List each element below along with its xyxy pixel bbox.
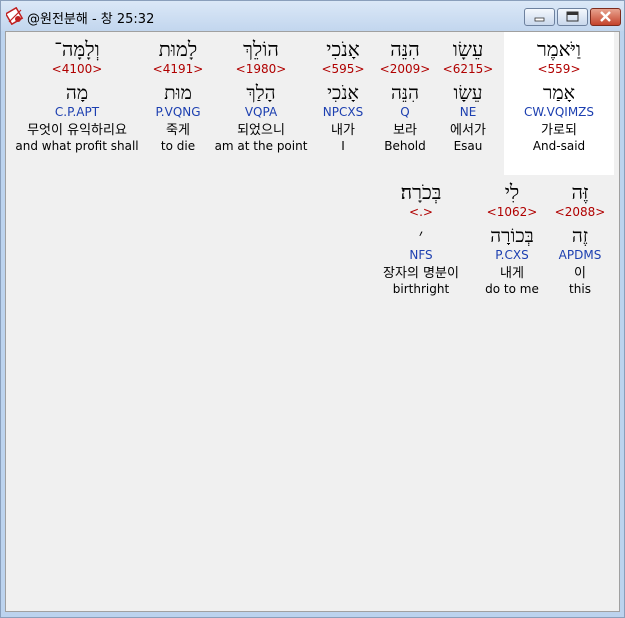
parse-code: C.P.APT [54,105,100,119]
strong-number[interactable]: <559> [504,62,614,76]
lemma-text: בְּכוֹרָה [490,225,534,247]
word-2[interactable]: עֵשָׂו <6215> עֵשָׂו NE 에서가 Esau [436,36,500,153]
hebrew-text: וַיֹּאמֶר [536,37,582,61]
lemma-text: מוּת [164,82,192,104]
window-bottom-border [1,612,624,617]
lemma-text: עֵשָׂו [453,82,483,104]
korean-gloss: 죽게 [166,123,190,138]
strong-number[interactable]: <595> [312,62,374,76]
strong-number[interactable]: <2088> [550,205,610,219]
english-gloss: this [569,282,591,296]
hebrew-text: הִנֵּה [390,37,420,61]
bible-app-icon [6,7,24,25]
english-gloss: to die [160,139,196,153]
word-8[interactable]: זֶּה <2088> זֶה APDMS 이 this [550,179,610,296]
parse-code: NE [459,105,477,119]
lemma-text: אָמַר [543,82,575,104]
english-gloss: Esau [453,139,483,153]
close-icon [600,11,611,22]
korean-gloss: 내게 [500,266,524,281]
hebrew-text: לָמוּת [158,37,198,61]
hebrew-text: עֵשָׂו [452,37,484,61]
lemma-text: הִנֵּה [390,82,420,104]
title-bar[interactable]: @원전분해 - 창 25:32 [1,1,624,31]
hebrew-text: הוֹלֵךְ [243,37,279,61]
parse-code: NPCXS [322,105,364,119]
korean-gloss: 에서가 [450,123,486,138]
korean-gloss: 되었으니 [237,123,285,138]
maximize-icon [566,11,579,22]
parse-code: APDMS [558,248,602,262]
parse-code: CW.VQIMZS [523,105,595,119]
word-10[interactable]: בְּכֹרָה׃ <.> ׳ NFS 장자의 명분이 birthright [368,179,474,296]
word-3[interactable]: הִנֵּה <2009> הִנֵּה Q 보라 Behold [376,36,434,153]
hebrew-text: וְלָמָּה־ [54,37,100,61]
word-4[interactable]: אָנֹכִי <595> אָנֹכִי NPCXS 내가 I [312,36,374,153]
word-7[interactable]: וְלָמָּה־ <4100> מָה C.P.APT 무엇이 유익하리요 a… [10,36,144,153]
hebrew-text: לִי [504,180,520,204]
strong-number[interactable]: <1062> [476,205,548,219]
korean-gloss: 가로되 [541,123,577,138]
strong-number[interactable]: <4191> [146,62,210,76]
minimize-icon [534,17,545,22]
parse-code: NFS [409,248,433,262]
english-gloss: and what profit shall [15,139,139,153]
lemma-text: אָנֹכִי [327,82,359,104]
korean-gloss: 이 [574,266,586,281]
korean-gloss: 무엇이 유익하리요 [27,123,127,138]
parse-code: VQPA [244,105,278,119]
strong-number[interactable]: <.> [368,205,474,219]
hebrew-text: זֶּה [571,180,589,204]
lemma-text: מָה [65,82,89,104]
word-1[interactable]: וַיֹּאמֶר <559> אָמַר CW.VQIMZS 가로되 And-… [504,36,614,153]
word-9[interactable]: לִי <1062> בְּכוֹרָה P.CXS 내게 do to me [476,179,548,296]
korean-gloss: 보라 [393,123,417,138]
close-button[interactable] [590,8,621,26]
hebrew-text: אָנֹכִי [326,37,360,61]
word-5[interactable]: הוֹלֵךְ <1980> הָלַךְ VQPA 되었으니 am at th… [212,36,310,153]
hebrew-text: בְּכֹרָה׃ [400,180,442,204]
korean-gloss: 내가 [331,123,355,138]
strong-number[interactable]: <6215> [436,62,500,76]
english-gloss: am at the point [214,139,308,153]
app-window: @원전분해 - 창 25:32 וַיֹּאמֶר <559> אָמַר CW… [0,0,625,618]
parse-code: P.VQNG [155,105,201,119]
english-gloss: birthright [392,282,450,296]
english-gloss: Behold [384,139,426,153]
parse-code: P.CXS [495,248,529,262]
lemma-text: ׳ [418,225,424,247]
strong-number[interactable]: <2009> [376,62,434,76]
minimize-button[interactable] [524,8,555,26]
word-6[interactable]: לָמוּת <4191> מוּת P.VQNG 죽게 to die [146,36,210,153]
interlinear-panel[interactable]: וַיֹּאמֶר <559> אָמַר CW.VQIMZS 가로되 And-… [5,31,620,612]
korean-gloss: 장자의 명분이 [383,266,459,281]
parse-code: Q [400,105,410,119]
english-gloss: do to me [485,282,539,296]
strong-number[interactable]: <1980> [212,62,310,76]
lemma-text: הָלַךְ [246,82,276,104]
maximize-button[interactable] [557,8,588,26]
strong-number[interactable]: <4100> [10,62,144,76]
english-gloss: And-said [532,139,586,153]
window-title: @원전분해 - 창 25:32 [27,12,155,27]
lemma-text: זֶה [571,225,589,247]
english-gloss: I [341,139,345,153]
